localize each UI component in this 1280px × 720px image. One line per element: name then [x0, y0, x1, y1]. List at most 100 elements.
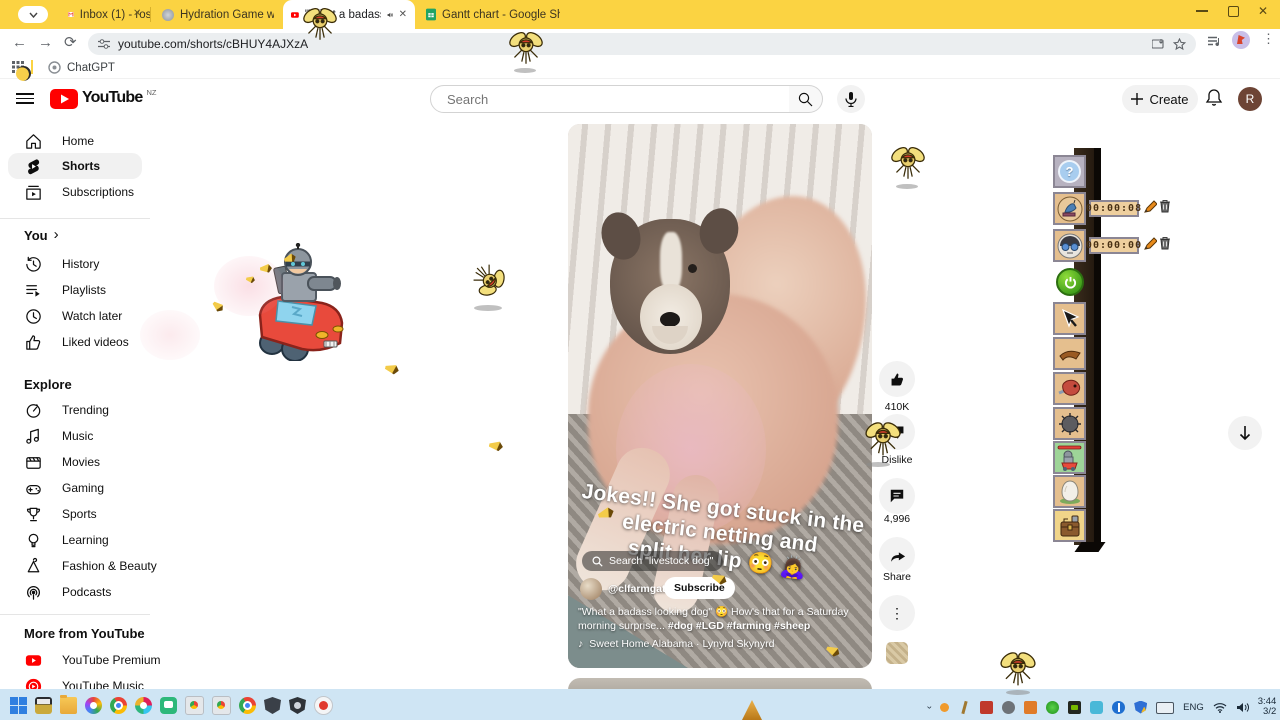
chrome-icon[interactable]	[239, 697, 256, 714]
chat-app-icon[interactable]	[160, 697, 177, 714]
sidebar-item-learning[interactable]: Learning	[0, 528, 174, 552]
folder-icon[interactable]	[60, 697, 77, 714]
game-spikeball-tool[interactable]	[1053, 407, 1086, 440]
sidebar-you[interactable]: You ›	[24, 228, 59, 243]
tray-language[interactable]: ENG	[1183, 702, 1204, 713]
game-creature-tool[interactable]	[1053, 372, 1086, 405]
sidebar-item-gaming[interactable]: Gaming	[0, 476, 174, 500]
tray-expand-icon[interactable]: ›	[924, 705, 935, 708]
sidebar-item-trending[interactable]: Trending	[0, 398, 174, 422]
sidebar-item-home[interactable]: Home	[0, 129, 174, 153]
screen-record-icon[interactable]	[314, 696, 333, 715]
url-bar[interactable]: youtube.com/shorts/cBHUY4AJXzA	[88, 33, 1196, 55]
sidebar-item-fashion[interactable]: Fashion & Beauty	[0, 554, 174, 578]
tray-swatter-icon[interactable]	[958, 701, 971, 714]
edit-pencil-icon[interactable]	[1144, 237, 1157, 250]
suggested-search-chip[interactable]: Search "livestock dog"	[582, 551, 723, 571]
mosquito-sprite[interactable]	[864, 418, 902, 462]
game-power-button[interactable]	[1056, 268, 1084, 296]
youtube-logo[interactable]: YouTube NZ	[50, 89, 156, 109]
tab-close-icon[interactable]: ✕	[399, 9, 407, 20]
hamburger-menu-icon[interactable]	[16, 91, 34, 104]
sidebar-item-playlists[interactable]: Playlists	[0, 278, 174, 302]
delete-trash-icon[interactable]	[1159, 236, 1171, 250]
media-queue-icon[interactable]	[1208, 36, 1222, 48]
maximize-button[interactable]	[1228, 6, 1239, 17]
game-pump-tool[interactable]	[1053, 192, 1086, 225]
sound-source-thumbnail[interactable]	[886, 642, 908, 664]
close-button[interactable]: ✕	[1258, 4, 1268, 18]
tray-nvidia-icon[interactable]	[1068, 701, 1081, 714]
mosquito-sprite[interactable]	[890, 143, 926, 185]
sidebar-item-shorts[interactable]: Shorts	[0, 154, 174, 178]
tab-sheets[interactable]: Gantt chart - Google Sheets	[418, 0, 568, 29]
install-icon[interactable]	[1152, 39, 1165, 50]
shield-app-icon[interactable]	[264, 697, 281, 714]
bookmark-chatgpt[interactable]: ChatGPT	[48, 61, 115, 74]
app-window-icon[interactable]	[185, 696, 204, 715]
minimize-button[interactable]	[1196, 10, 1208, 12]
tray-app-icon[interactable]	[980, 701, 993, 714]
music-row[interactable]: ♪ Sweet Home Alabama · Lynyrd Skynyrd	[578, 638, 774, 650]
sidebar-item-movies[interactable]: Movies	[0, 450, 174, 474]
game-robot-tool[interactable]	[1053, 229, 1086, 262]
notifications-button[interactable]	[1205, 88, 1223, 108]
mosquito-sprite[interactable]	[508, 28, 544, 70]
shorts-video[interactable]: Jokes!! She got stuck in the electric ne…	[568, 124, 872, 668]
sidebar-item-music[interactable]: Music	[0, 424, 174, 448]
mosquito-sprite[interactable]	[999, 648, 1037, 692]
wifi-icon[interactable]	[1213, 702, 1227, 713]
game-boomerang-tool[interactable]	[1053, 337, 1086, 370]
chrome-icon[interactable]	[110, 697, 127, 714]
game-egg-tool[interactable]	[1053, 475, 1086, 508]
bookmark-star-icon[interactable]	[1173, 38, 1186, 51]
tab-hydration-game[interactable]: Hydration Game with Mosqu	[154, 0, 282, 29]
tray-bluetooth-icon[interactable]	[1112, 701, 1125, 714]
back-icon[interactable]: ←	[12, 34, 27, 51]
app-window-icon[interactable]	[212, 696, 231, 715]
tab-search-button[interactable]	[18, 6, 48, 23]
sidebar-item-premium[interactable]: YouTube Premium	[0, 648, 174, 672]
comments-button[interactable]	[879, 478, 915, 514]
profile-avatar[interactable]	[1232, 31, 1250, 49]
tray-security-warning-icon[interactable]	[1134, 701, 1147, 714]
tab-audio-icon[interactable]	[387, 10, 393, 20]
mosquito-sprite[interactable]	[302, 4, 338, 46]
sidebar-item-subscriptions[interactable]: Subscriptions	[0, 180, 174, 204]
search-button[interactable]	[789, 85, 823, 113]
game-cursor-tool[interactable]	[1053, 302, 1086, 335]
slack-icon[interactable]	[135, 697, 152, 714]
channel-avatar[interactable]	[580, 578, 602, 600]
delete-trash-icon[interactable]	[1159, 199, 1171, 213]
tab-gmail[interactable]: Inbox (1) - roshan@whoopeein	[60, 0, 158, 29]
search-input[interactable]	[445, 91, 749, 108]
tray-keyboard-icon[interactable]	[1156, 702, 1174, 714]
forward-icon[interactable]: →	[38, 34, 53, 51]
speaker-icon[interactable]	[1236, 702, 1249, 713]
windows-start-button[interactable]	[10, 697, 27, 714]
reload-icon[interactable]: ⟳	[64, 33, 77, 51]
channel-handle[interactable]: @clfarmgate	[608, 583, 671, 595]
sidebar-item-podcasts[interactable]: Podcasts	[0, 580, 174, 604]
voice-search-button[interactable]	[837, 85, 865, 113]
browser-menu-icon[interactable]: ⋮	[1262, 31, 1275, 47]
sidebar-item-sports[interactable]: Sports	[0, 502, 174, 526]
tray-gear-icon[interactable]	[1002, 701, 1015, 714]
game-vehicle-tool-selected[interactable]	[1053, 441, 1086, 474]
tray-status-icon[interactable]	[1046, 701, 1059, 714]
game-help-button[interactable]: ?	[1053, 155, 1086, 188]
tab-close-icon[interactable]: ✕	[133, 8, 141, 19]
shield-app-icon[interactable]	[289, 697, 306, 714]
tray-printer-icon[interactable]	[1090, 701, 1103, 714]
share-button[interactable]	[879, 537, 915, 573]
more-actions-button[interactable]: ⋮	[879, 595, 915, 631]
tray-app-icon[interactable]	[1024, 701, 1037, 714]
tray-clock[interactable]: 3:44 3/2	[1258, 697, 1277, 717]
create-button[interactable]: Create	[1122, 85, 1198, 113]
next-short-button[interactable]	[1228, 416, 1262, 450]
tray-status-dot[interactable]	[940, 703, 949, 712]
edit-pencil-icon[interactable]	[1144, 200, 1157, 213]
like-button[interactable]	[879, 361, 915, 397]
file-explorer-icon[interactable]	[35, 697, 52, 714]
sidebar-item-history[interactable]: History	[0, 252, 174, 276]
